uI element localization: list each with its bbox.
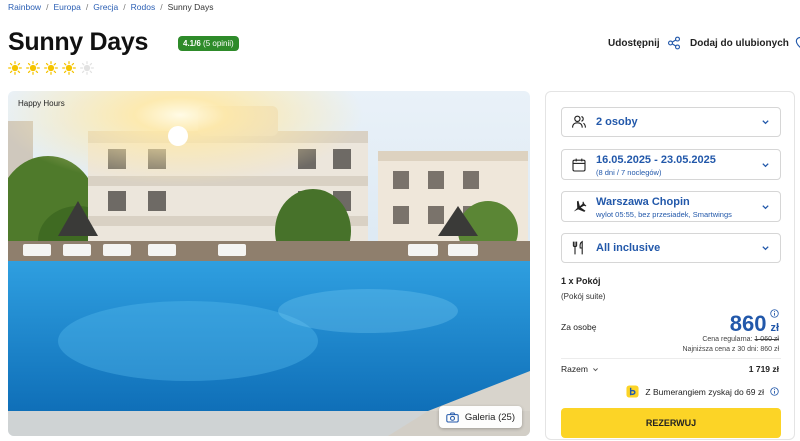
plane-icon <box>573 200 587 212</box>
persons-select[interactable]: 2 osoby <box>561 107 781 137</box>
hotel-stars <box>8 61 94 75</box>
departure-airport: Warszawa Chopin <box>596 196 690 208</box>
breadcrumb-link-europa[interactable]: Europa <box>53 2 80 12</box>
chevron-down-icon <box>762 162 769 167</box>
regular-price-label: Cena regularna: <box>702 336 753 343</box>
rating-score: 4.1/6 <box>183 39 201 48</box>
total-value: 1 719 zł <box>748 364 779 374</box>
room-count: 1 x Pokój <box>561 276 601 286</box>
info-icon[interactable] <box>770 387 779 396</box>
regular-price: Cena regularna: 1 060 zł <box>702 336 779 343</box>
calendar-icon <box>572 158 586 172</box>
hotel-photo[interactable]: Happy Hours Galeria (25) <box>8 91 530 436</box>
board-select[interactable]: All inclusive <box>561 233 781 263</box>
room-type: (Pokój suite) <box>561 292 606 301</box>
divider <box>561 358 781 359</box>
persons-value: 2 osoby <box>596 116 638 128</box>
persons-icon <box>572 115 586 128</box>
breadcrumb-separator: / <box>46 2 49 12</box>
breadcrumb-separator: / <box>123 2 126 12</box>
departure-details: wylot 05:55, bez przesiadek, Smartwings <box>596 210 732 219</box>
board-value: All inclusive <box>596 242 661 254</box>
sun-star-empty-icon <box>80 61 94 75</box>
reserve-button[interactable]: REZERWUJ <box>561 408 781 438</box>
breadcrumb-link-grecja[interactable]: Grecja <box>93 2 118 12</box>
sun-star-icon <box>26 61 40 75</box>
booking-panel: 2 osoby 16.05.2025 - 23.05.2025 (8 dni /… <box>545 91 795 440</box>
breadcrumb-current: Sunny Days <box>167 2 214 12</box>
total-toggle[interactable]: Razem <box>561 364 599 374</box>
gallery-button[interactable]: Galeria (25) <box>438 406 522 428</box>
breadcrumb: Rainbow / Europa / Grecja / Rodos / Sunn… <box>8 2 213 12</box>
dates-value: 16.05.2025 - 23.05.2025 <box>596 154 716 166</box>
chevron-down-icon <box>762 120 769 125</box>
rating-badge[interactable]: 4.1/6 (5 opinii) <box>178 36 239 51</box>
price-per-person: 860 zł <box>730 311 779 337</box>
breadcrumb-separator: / <box>85 2 89 12</box>
cutlery-icon <box>572 240 583 255</box>
per-person-label: Za osobę <box>561 322 597 332</box>
sun-star-icon <box>8 61 22 75</box>
share-icon <box>667 36 680 50</box>
rating-count: (5 opinii) <box>203 39 234 48</box>
photo-tag: Happy Hours <box>18 99 65 108</box>
chevron-down-icon <box>762 204 769 209</box>
total-label: Razem <box>561 364 588 374</box>
heart-icon <box>795 36 800 49</box>
dates-select[interactable]: 16.05.2025 - 23.05.2025 (8 dni / 7 nocle… <box>561 149 781 180</box>
share-label: Udostępnij <box>608 37 660 49</box>
camera-icon <box>446 412 459 422</box>
breadcrumb-link-rainbow[interactable]: Rainbow <box>8 2 41 12</box>
chevron-down-icon <box>592 367 598 371</box>
share-button[interactable]: Udostępnij <box>608 36 681 50</box>
breadcrumb-link-rodos[interactable]: Rodos <box>131 2 156 12</box>
hotel-photo-illustration <box>8 91 530 436</box>
price-currency: zł <box>770 322 779 334</box>
bumerang-promo: Z Bumerangiem zyskaj do 69 zł <box>626 385 779 398</box>
favorite-button[interactable]: Dodaj do ulubionych <box>690 36 800 51</box>
lowest-price-30-days: Najniższa cena z 30 dni: 860 zł <box>682 346 780 353</box>
price-amount: 860 <box>729 311 767 336</box>
gallery-label: Galeria (25) <box>464 411 515 423</box>
dates-duration: (8 dni / 7 noclegów) <box>596 168 662 177</box>
bumerang-text: Z Bumerangiem zyskaj do 69 zł <box>645 386 764 397</box>
departure-select[interactable]: Warszawa Chopin wylot 05:55, bez przesia… <box>561 191 781 222</box>
breadcrumb-separator: / <box>160 2 163 12</box>
hotel-title: Sunny Days <box>8 28 149 56</box>
favorite-label: Dodaj do ulubionych <box>690 38 789 49</box>
chevron-down-icon <box>762 246 769 251</box>
sun-star-icon <box>44 61 58 75</box>
bumerang-logo-icon <box>626 385 639 398</box>
sun-star-icon <box>62 61 76 75</box>
regular-price-value: 1 060 zł <box>754 336 779 343</box>
